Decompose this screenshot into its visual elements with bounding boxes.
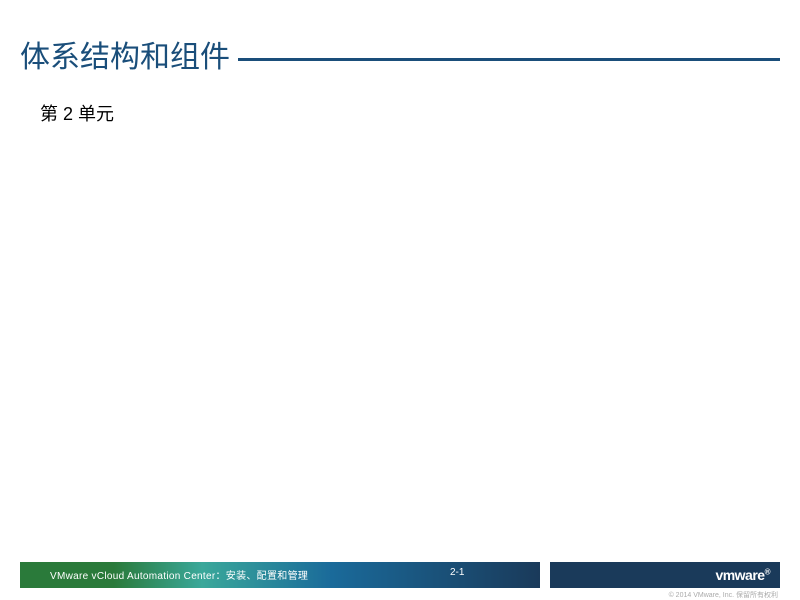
footer-page-number: 2-1 [450, 567, 464, 578]
footer-bar-right: vmware® [550, 562, 780, 588]
slide-subtitle: 第 2 单元 [40, 100, 114, 126]
copyright-text: © 2014 VMware, Inc. 保留所有权利 [669, 590, 778, 600]
footer-bar-left: VMware vCloud Automation Center：安装、配置和管理… [20, 562, 540, 588]
slide: 体系结构和组件 第 2 单元 VMware vCloud Automation … [0, 0, 800, 600]
footer: VMware vCloud Automation Center：安装、配置和管理… [0, 562, 800, 588]
footer-course-text: VMware vCloud Automation Center：安装、配置和管理 [50, 567, 308, 582]
vmware-logo: vmware® [715, 567, 770, 583]
slide-title: 体系结构和组件 [20, 38, 238, 77]
